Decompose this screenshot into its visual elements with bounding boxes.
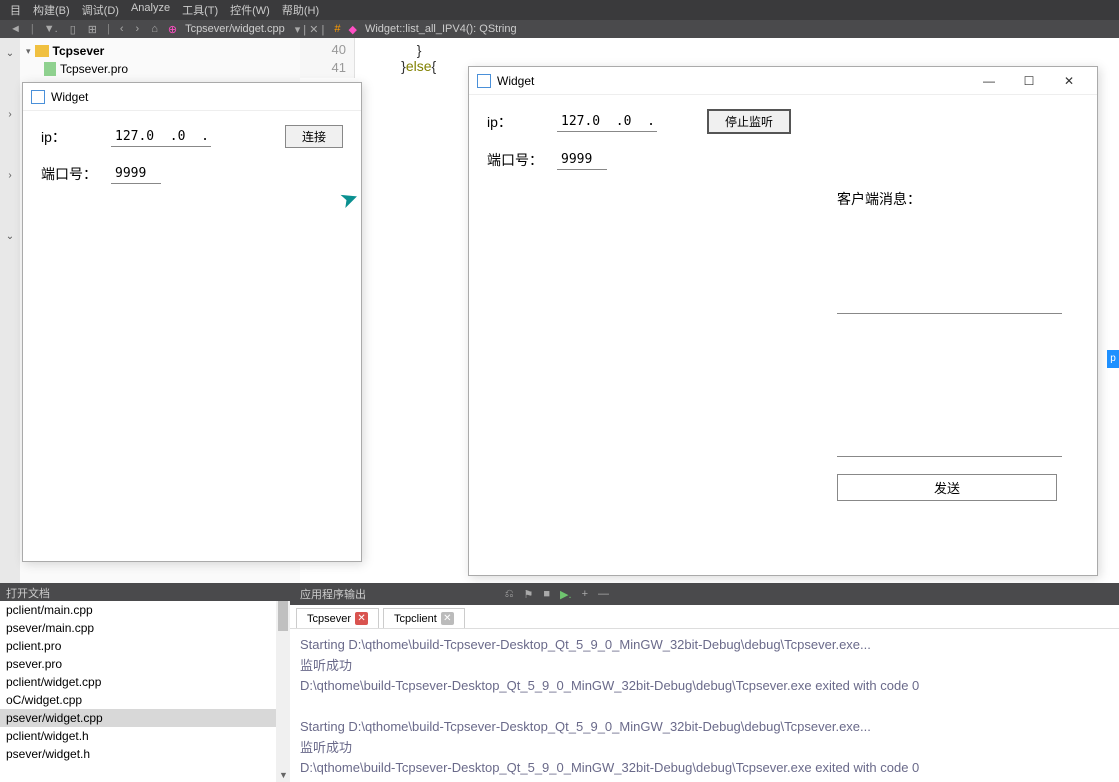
- breadcrumb-file[interactable]: Tcpsever/widget.cpp: [185, 23, 285, 35]
- tree-root[interactable]: ▾ Tcpsever: [20, 42, 300, 60]
- minimize-button[interactable]: —: [969, 74, 1009, 88]
- port-label: 端口号：: [41, 164, 111, 184]
- close-icon[interactable]: ✕: [441, 612, 454, 625]
- ip-label: ip：: [487, 112, 557, 132]
- menu-item[interactable]: 目: [10, 2, 21, 18]
- open-file-item[interactable]: psever/widget.cpp: [0, 709, 290, 727]
- breadcrumb-symbol[interactable]: Widget::list_all_IPV4(): QString: [365, 23, 517, 35]
- client-messages-display[interactable]: [837, 219, 1062, 314]
- output-console[interactable]: Starting D:\qthome\build-Tcpsever-Deskto…: [290, 629, 1119, 782]
- open-file-item[interactable]: oC/widget.cpp: [0, 691, 290, 709]
- open-documents-header: 打开文档: [0, 583, 290, 601]
- menu-item[interactable]: 调试(D): [82, 2, 119, 18]
- output-panel-header: 应用程序输出 ⎌ ⚑ ■ ▶. + —: [290, 583, 1119, 605]
- close-button[interactable]: ✕: [1049, 74, 1089, 88]
- right-edge-tab[interactable]: p: [1107, 350, 1119, 368]
- output-tabs[interactable]: Tcpsever ✕ Tcpclient ✕: [290, 605, 1119, 629]
- menu-item[interactable]: 构建(B): [33, 2, 70, 18]
- chevron-down-icon[interactable]: ⌄: [6, 48, 14, 59]
- send-button[interactable]: 发送: [837, 474, 1057, 501]
- menu-item[interactable]: 工具(T): [182, 2, 218, 18]
- hash-icon[interactable]: #: [334, 23, 340, 35]
- window-title: Widget: [497, 74, 534, 88]
- locate-icon[interactable]: ⎌: [505, 588, 514, 601]
- ip-label: ip：: [41, 127, 111, 147]
- open-file-item[interactable]: pclient/widget.cpp: [0, 673, 290, 691]
- nav-back-icon[interactable]: ◄: [10, 23, 21, 35]
- menu-item[interactable]: 控件(W): [230, 2, 270, 18]
- code-content[interactable]: } }else{: [370, 42, 436, 74]
- ip-input[interactable]: [557, 112, 657, 132]
- chevron-down-icon[interactable]: ▾: [26, 46, 31, 57]
- menu-item[interactable]: 帮助(H): [282, 2, 319, 18]
- stop-icon[interactable]: ■: [543, 588, 550, 601]
- port-input[interactable]: [111, 164, 161, 184]
- tag-icon[interactable]: ◆: [348, 23, 356, 36]
- app-icon: [477, 74, 491, 88]
- rerun-icon[interactable]: ▶.: [560, 588, 572, 601]
- port-input[interactable]: [557, 150, 607, 170]
- titlebar[interactable]: Widget — ☐ ✕: [469, 67, 1097, 95]
- nav-next-icon[interactable]: ›: [136, 23, 140, 35]
- target-icon[interactable]: ⊕: [168, 23, 177, 36]
- scroll-down-icon[interactable]: ▼: [279, 770, 288, 780]
- split-icon[interactable]: ⊞: [88, 23, 97, 36]
- open-file-item[interactable]: pclient/widget.h: [0, 727, 290, 745]
- widget-window-client[interactable]: Widget ip： 连接 端口号：: [22, 82, 362, 562]
- close-icon[interactable]: ✕: [355, 612, 368, 625]
- tree-file[interactable]: Tcpsever.pro: [20, 60, 300, 78]
- nav-prev-icon[interactable]: ‹: [120, 23, 124, 35]
- breadcrumb-toolbar: ◄ | ▼. ▯ ⊞ | ‹ › ⌂ ⊕ Tcpsever/widget.cpp…: [0, 20, 1119, 38]
- chevron-right-icon[interactable]: ›: [8, 170, 11, 181]
- scrollbar-thumb[interactable]: [278, 601, 288, 631]
- chevron-down-icon[interactable]: ⌄: [6, 231, 14, 242]
- line-gutter: 40 41: [300, 38, 355, 78]
- ip-input[interactable]: [111, 127, 211, 147]
- home-icon[interactable]: ⌂: [151, 23, 158, 35]
- output-tab[interactable]: Tcpclient ✕: [383, 608, 465, 628]
- debug-flag-icon[interactable]: ⚑: [524, 588, 534, 601]
- client-messages-label: 客户端消息：: [837, 189, 1062, 209]
- sidebar-collapse-strip[interactable]: ⌄ › › ⌄: [0, 38, 20, 583]
- scrollbar[interactable]: ▼: [276, 601, 290, 782]
- app-icon: [31, 90, 45, 104]
- open-file-item[interactable]: pclient/main.cpp: [0, 601, 290, 619]
- file-icon: [44, 62, 56, 76]
- maximize-button[interactable]: ☐: [1009, 74, 1049, 88]
- output-tab[interactable]: Tcpsever ✕: [296, 608, 379, 628]
- widget-window-server[interactable]: Widget — ☐ ✕ ip： 停止监听 端口号： 客户端消息：: [468, 66, 1098, 576]
- titlebar[interactable]: Widget: [23, 83, 361, 111]
- add-icon[interactable]: +: [582, 588, 588, 601]
- folder-icon: [35, 45, 49, 57]
- chevron-right-icon[interactable]: ›: [8, 109, 11, 120]
- connect-button[interactable]: 连接: [285, 125, 343, 148]
- output-title: 应用程序输出: [300, 586, 366, 602]
- remove-icon[interactable]: —: [598, 588, 609, 601]
- port-label: 端口号：: [487, 150, 557, 170]
- open-file-item[interactable]: psever/widget.h: [0, 745, 290, 763]
- open-documents-list[interactable]: pclient/main.cpp psever/main.cpp pclient…: [0, 601, 290, 782]
- filter-icon[interactable]: ▼.: [44, 23, 58, 35]
- stop-listen-button[interactable]: 停止监听: [707, 109, 791, 134]
- message-input[interactable]: [837, 337, 1062, 457]
- menu-item[interactable]: Analyze: [131, 2, 170, 18]
- column-icon[interactable]: ▯: [70, 23, 76, 36]
- main-menu-bar[interactable]: 目 构建(B) 调试(D) Analyze 工具(T) 控件(W) 帮助(H): [0, 0, 1119, 20]
- open-file-item[interactable]: pclient.pro: [0, 637, 290, 655]
- project-tree[interactable]: ▾ Tcpsever Tcpsever.pro: [20, 38, 300, 82]
- window-title: Widget: [51, 90, 88, 104]
- open-file-item[interactable]: psever/main.cpp: [0, 619, 290, 637]
- open-file-item[interactable]: psever.pro: [0, 655, 290, 673]
